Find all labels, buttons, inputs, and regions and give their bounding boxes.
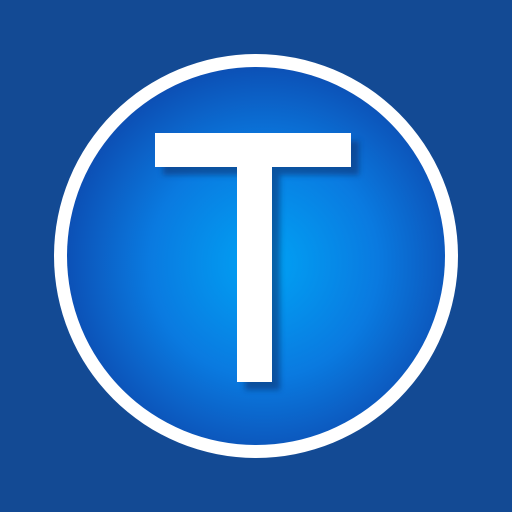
letter-t-app-icon (0, 0, 512, 512)
app-icon-tile (0, 0, 512, 512)
